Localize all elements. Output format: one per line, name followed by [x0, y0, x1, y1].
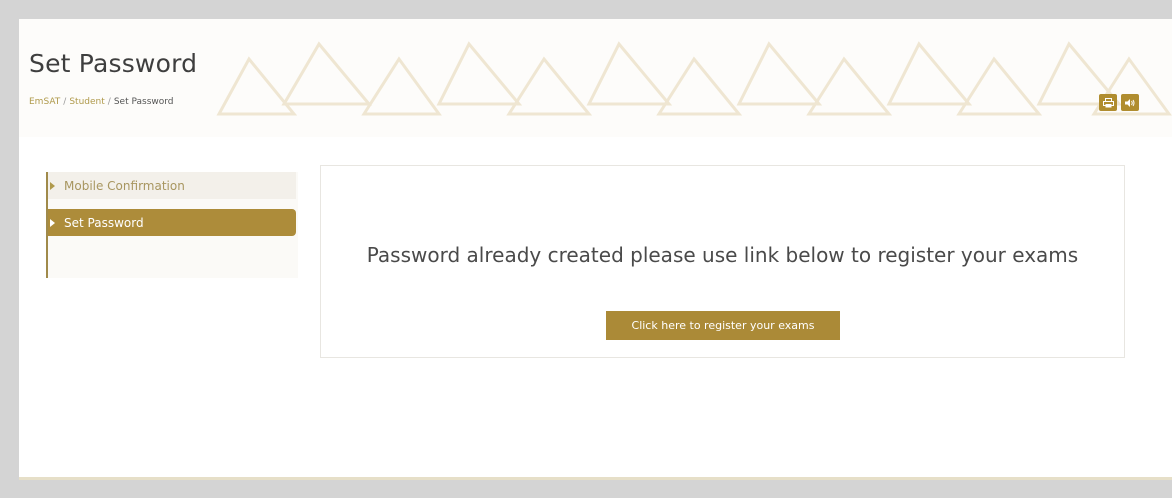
sidebar-item-label: Set Password	[64, 215, 144, 230]
print-icon	[1102, 97, 1114, 107]
caret-right-icon	[50, 218, 55, 227]
status-message: Password already created please use link…	[366, 243, 1079, 267]
sidebar-item-mobile-confirmation[interactable]: Mobile Confirmation	[48, 172, 296, 199]
sidebar-item-set-password[interactable]: Set Password	[48, 209, 296, 236]
breadcrumb-current: Set Password	[113, 97, 174, 107]
header-pattern	[216, 41, 1172, 116]
sidebar-item-label: Mobile Confirmation	[64, 178, 185, 193]
register-exams-button[interactable]: Click here to register your exams	[606, 311, 840, 340]
breadcrumb-link-emsat[interactable]: EmSAT	[29, 97, 60, 107]
print-button[interactable]	[1099, 94, 1117, 111]
audio-button[interactable]	[1121, 94, 1139, 111]
sidebar: Mobile Confirmation Set Password	[46, 172, 298, 278]
content-panel: Password already created please use link…	[320, 165, 1125, 358]
breadcrumb-link-student[interactable]: Student	[69, 97, 104, 107]
page-header: Set Password EmSAT / Student / Set Password	[19, 19, 1172, 137]
caret-right-icon	[50, 181, 55, 190]
page-title: Set Password	[29, 49, 198, 78]
breadcrumb: EmSAT / Student / Set Password	[29, 97, 174, 107]
speaker-icon	[1125, 98, 1135, 107]
page-frame: Set Password EmSAT / Student / Set Password …	[19, 19, 1172, 480]
